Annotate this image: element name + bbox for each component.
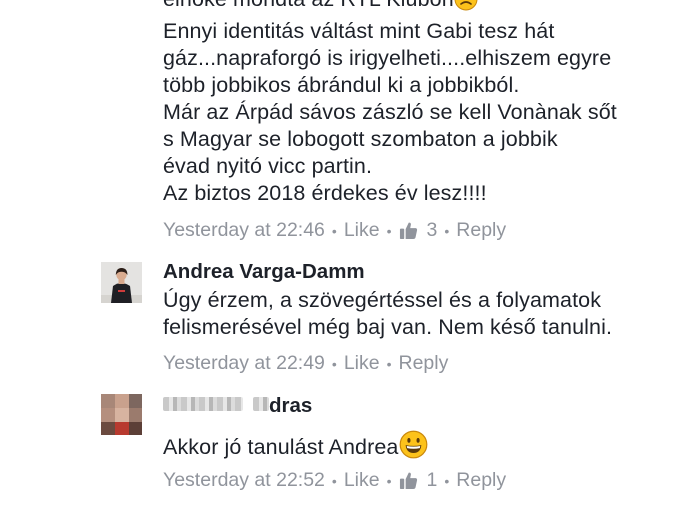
- comment-1-line-7: évad nyitó vicc partin.: [163, 154, 373, 178]
- meta-separator: •: [444, 222, 450, 239]
- comment-3-author-visible: dras: [269, 394, 313, 417]
- comment-1-meta: Yesterday at 22:46 • Like • 3 • Reply: [163, 219, 506, 242]
- comment-2-reply-link[interactable]: Reply: [399, 352, 449, 375]
- thumbs-up-icon: [399, 222, 417, 240]
- meta-separator: •: [331, 222, 337, 239]
- comment-1-line-1: elnöke mondta az RTL Klubon: [163, 0, 693, 18]
- meta-separator: •: [331, 472, 337, 489]
- avatar[interactable]: [101, 262, 142, 303]
- blurred-name-segment: [163, 397, 243, 411]
- meta-separator: •: [331, 355, 337, 372]
- comment-3-body: Akkor jó tanulást Andrea: [163, 430, 428, 466]
- comment-1-line-1-text: elnöke mondta az RTL Klubon: [163, 0, 454, 11]
- comment-1-line-8: Az biztos 2018 érdekes év lesz!!!!: [163, 181, 487, 205]
- comment-1-line-2: Ennyi identitás váltást mint Gabi tesz h…: [163, 19, 555, 43]
- comment-2-timestamp[interactable]: Yesterday at 22:49: [163, 352, 325, 375]
- comment-1-timestamp[interactable]: Yesterday at 22:46: [163, 219, 325, 242]
- comment-2-body: Úgy érzem, a szövegértéssel és a folyama…: [163, 287, 612, 341]
- comment-3-like-link[interactable]: Like: [344, 469, 380, 492]
- comment-1-reaction-count[interactable]: 3: [399, 219, 438, 242]
- comment-1-like-link[interactable]: Like: [344, 219, 380, 242]
- comment-1-reply-link[interactable]: Reply: [456, 219, 506, 242]
- comment-1-line-5: Már az Árpád sávos zászló se kell Vonàna…: [163, 100, 617, 124]
- thumbs-up-icon: [399, 472, 417, 490]
- comment-3-like-count: 1: [426, 469, 438, 491]
- comment-2-line-2: felismerésével még baj van. Nem késő tan…: [163, 315, 613, 339]
- comment-thread: elnöke mondta az RTL Klubon Ennyi identi…: [0, 0, 700, 509]
- comment-2-meta: Yesterday at 22:49 • Like • Reply: [163, 352, 448, 375]
- meta-separator: •: [444, 472, 450, 489]
- comment-3-meta: Yesterday at 22:52 • Like • 1 • Reply: [163, 469, 506, 492]
- comment-3-reaction-count[interactable]: 1: [399, 469, 438, 492]
- comment-3-text: Akkor jó tanulást Andrea: [163, 435, 399, 459]
- comment-1-line-3: gáz...napraforgó is irigyelheti....elhis…: [163, 46, 612, 70]
- comment-1-line-6: s Magyar se lobogott szombaton a jobbik: [163, 127, 558, 151]
- meta-separator: •: [386, 222, 392, 239]
- comment-3-reply-link[interactable]: Reply: [456, 469, 506, 492]
- blurred-name-segment: [253, 397, 269, 411]
- comment-3-timestamp[interactable]: Yesterday at 22:52: [163, 469, 325, 492]
- comment-2-author[interactable]: Andrea Varga-Damm: [163, 260, 365, 284]
- comment-2-line-1: Úgy érzem, a szövegértéssel és a folyama…: [163, 288, 602, 312]
- comment-1-body: elnöke mondta az RTL Klubon Ennyi identi…: [163, 0, 693, 207]
- comment-3-author[interactable]: dras: [163, 394, 312, 418]
- comment-1-like-count: 3: [426, 219, 438, 241]
- meta-separator: •: [386, 472, 392, 489]
- frowning-face-emoji: [454, 0, 478, 18]
- comment-1-line-4: több jobbikos ábrándul ki a jobbikból.: [163, 73, 520, 97]
- comment-2-like-link[interactable]: Like: [344, 352, 380, 375]
- meta-separator: •: [386, 355, 392, 372]
- avatar[interactable]: [101, 394, 142, 435]
- grinning-face-emoji: [399, 430, 428, 466]
